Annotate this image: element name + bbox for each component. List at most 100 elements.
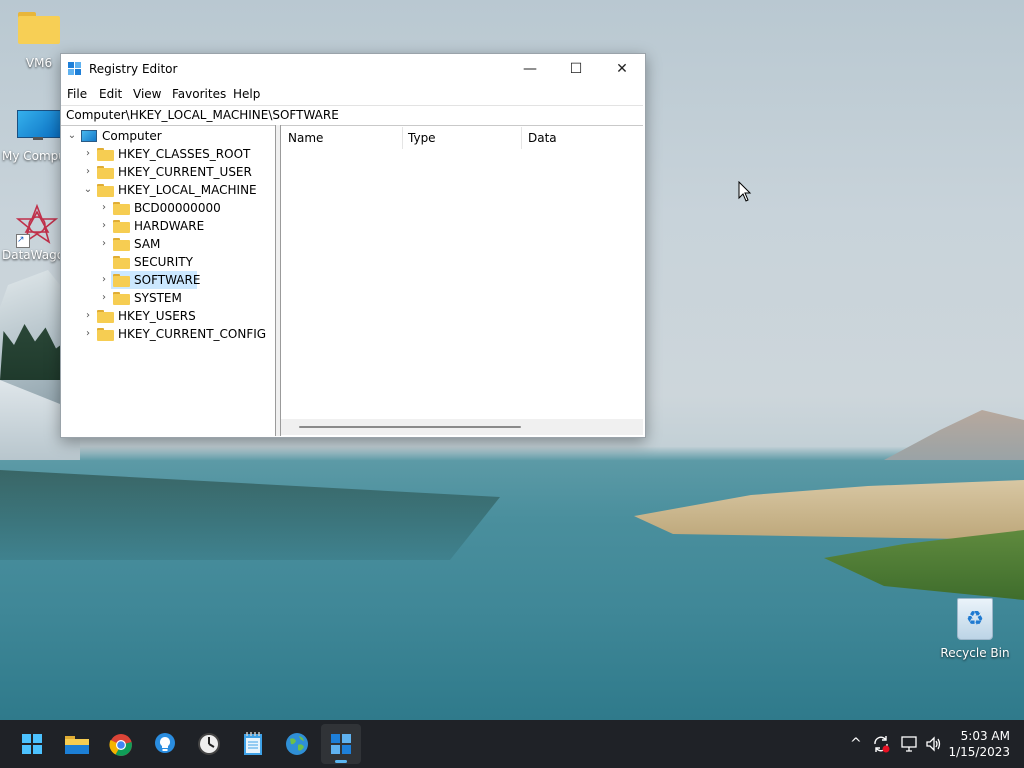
window-title: Registry Editor	[89, 62, 178, 76]
tree-item-label: HKEY_USERS	[118, 309, 196, 323]
wallpaper-grass	[634, 480, 1024, 540]
folder-icon	[113, 220, 130, 233]
menu-edit[interactable]: Edit	[99, 87, 122, 101]
menu-bar: File Edit View Favorites Help	[61, 84, 645, 104]
values-list-pane[interactable]: Name Type Data	[281, 125, 643, 436]
active-indicator	[335, 760, 347, 763]
folder-icon	[97, 166, 114, 179]
taskbar-clock[interactable]: 5:03 AM 1/15/2023	[948, 728, 1010, 760]
folder-icon	[97, 184, 114, 197]
chevron-right-icon[interactable]: ›	[99, 271, 109, 289]
tree-item-hardware[interactable]: › HARDWARE	[61, 217, 271, 235]
taskbar-notepad[interactable]	[233, 724, 273, 764]
tree-item-label: HKEY_CLASSES_ROOT	[118, 147, 251, 161]
title-bar[interactable]: Registry Editor — ☐ ✕	[61, 54, 645, 84]
tree-item-sam[interactable]: › SAM	[61, 235, 271, 253]
column-header-data[interactable]: Data	[528, 125, 557, 147]
address-path[interactable]: Computer\HKEY_LOCAL_MACHINE\SOFTWARE	[66, 108, 339, 122]
key-tree-pane[interactable]: ⌄ Computer › HKEY_CLASSES_ROOT › HKEY_CU…	[61, 125, 276, 436]
address-bar[interactable]: Computer\HKEY_LOCAL_MACHINE\SOFTWARE	[61, 105, 643, 126]
chevron-right-icon[interactable]: ›	[83, 145, 93, 163]
tree-item-label: SAM	[134, 237, 161, 251]
tree-item-label: HKEY_LOCAL_MACHINE	[118, 183, 257, 197]
desktop-icon-recycle-bin[interactable]: ♻ Recycle Bin	[937, 598, 1013, 660]
taskbar-file-explorer[interactable]	[57, 724, 97, 764]
column-divider[interactable]	[402, 127, 403, 149]
chrome-icon	[109, 734, 132, 756]
folder-icon	[113, 292, 130, 305]
chevron-right-icon[interactable]: ›	[99, 289, 109, 307]
notepad-icon	[244, 732, 262, 755]
tree-item-label: SECURITY	[134, 255, 193, 269]
menu-help[interactable]: Help	[233, 87, 260, 101]
chevron-right-icon[interactable]: ›	[99, 199, 109, 217]
taskbar-clock-app[interactable]	[189, 724, 229, 764]
globe-icon	[286, 733, 308, 755]
tree-item-bcd[interactable]: › BCD00000000	[61, 199, 271, 217]
tree-item-security[interactable]: SECURITY	[61, 253, 271, 271]
taskbar-registry-editor[interactable]	[321, 724, 361, 764]
mouse-cursor-icon	[738, 180, 752, 206]
tree-item-computer[interactable]: ⌄ Computer	[61, 127, 271, 145]
column-header-name[interactable]: Name	[288, 125, 323, 147]
taskbar-chrome[interactable]	[101, 724, 141, 764]
close-button[interactable]: ✕	[599, 54, 645, 84]
tree-item-software[interactable]: › SOFTWARE	[61, 271, 271, 289]
clock-icon	[198, 733, 220, 755]
tree-item-hkey-users[interactable]: › HKEY_USERS	[61, 307, 271, 325]
lightbulb-icon	[155, 733, 175, 753]
tree-item-label: SYSTEM	[134, 291, 182, 305]
maximize-button[interactable]: ☐	[553, 54, 599, 84]
folder-icon	[97, 148, 114, 161]
network-icon[interactable]	[900, 720, 918, 768]
computer-icon	[17, 110, 61, 140]
tree-item-label: HKEY_CURRENT_USER	[118, 165, 252, 179]
tree-item-label: BCD00000000	[134, 201, 221, 215]
chevron-right-icon[interactable]: ›	[99, 235, 109, 253]
horizontal-scrollbar[interactable]	[281, 419, 643, 435]
windows-icon	[22, 734, 42, 754]
clock-date: 1/15/2023	[948, 745, 1010, 759]
scrollbar-thumb[interactable]	[299, 426, 521, 428]
menu-view[interactable]: View	[133, 87, 161, 101]
tree-item-hkey-current-user[interactable]: › HKEY_CURRENT_USER	[61, 163, 271, 181]
volume-icon[interactable]	[925, 720, 943, 768]
tree-item-label: HKEY_CURRENT_CONFIG	[118, 327, 267, 341]
tree-item-hkey-local-machine[interactable]: ⌄ HKEY_LOCAL_MACHINE	[61, 181, 271, 199]
desktop-icon-label: Recycle Bin	[940, 646, 1010, 660]
column-divider[interactable]	[521, 127, 522, 149]
tree-item-hkey-current-config[interactable]: › HKEY_CURRENT_CONFIG	[61, 325, 271, 343]
minimize-button[interactable]: —	[507, 54, 553, 84]
tree-item-hkey-classes-root[interactable]: › HKEY_CLASSES_ROOT	[61, 145, 271, 163]
chevron-right-icon[interactable]: ›	[83, 307, 93, 325]
folder-icon	[65, 736, 89, 754]
regedit-icon	[68, 62, 82, 76]
column-header-type[interactable]: Type	[408, 125, 436, 147]
sync-icon[interactable]	[872, 720, 890, 768]
chevron-down-icon[interactable]: ⌄	[83, 181, 93, 199]
folder-icon	[113, 202, 130, 215]
regedit-icon	[331, 734, 351, 754]
folder-icon	[18, 12, 60, 44]
tray-overflow-button[interactable]: ^	[850, 720, 862, 768]
taskbar-tips[interactable]	[145, 724, 185, 764]
chevron-down-icon[interactable]: ⌄	[67, 127, 77, 145]
wallpaper-reflection	[0, 470, 500, 560]
recycle-bin-icon: ♻	[957, 598, 993, 640]
start-button[interactable]	[12, 724, 52, 764]
wallpaper-mountain-right	[884, 410, 1024, 460]
taskbar-maps[interactable]	[277, 724, 317, 764]
menu-file[interactable]: File	[67, 87, 87, 101]
computer-icon	[81, 130, 97, 142]
tree-item-system[interactable]: › SYSTEM	[61, 289, 271, 307]
tree-item-label: SOFTWARE	[134, 273, 201, 287]
chevron-right-icon[interactable]: ›	[83, 325, 93, 343]
taskbar: ^ 5:03 AM 1/15/2023	[0, 720, 1024, 768]
chevron-right-icon[interactable]: ›	[83, 163, 93, 181]
chevron-right-icon[interactable]: ›	[99, 217, 109, 235]
folder-icon	[113, 238, 130, 251]
registry-editor-window: Registry Editor — ☐ ✕ File Edit View Fav…	[60, 53, 646, 438]
tree-item-label: HARDWARE	[134, 219, 205, 233]
menu-favorites[interactable]: Favorites	[172, 87, 226, 101]
folder-icon	[97, 328, 114, 341]
